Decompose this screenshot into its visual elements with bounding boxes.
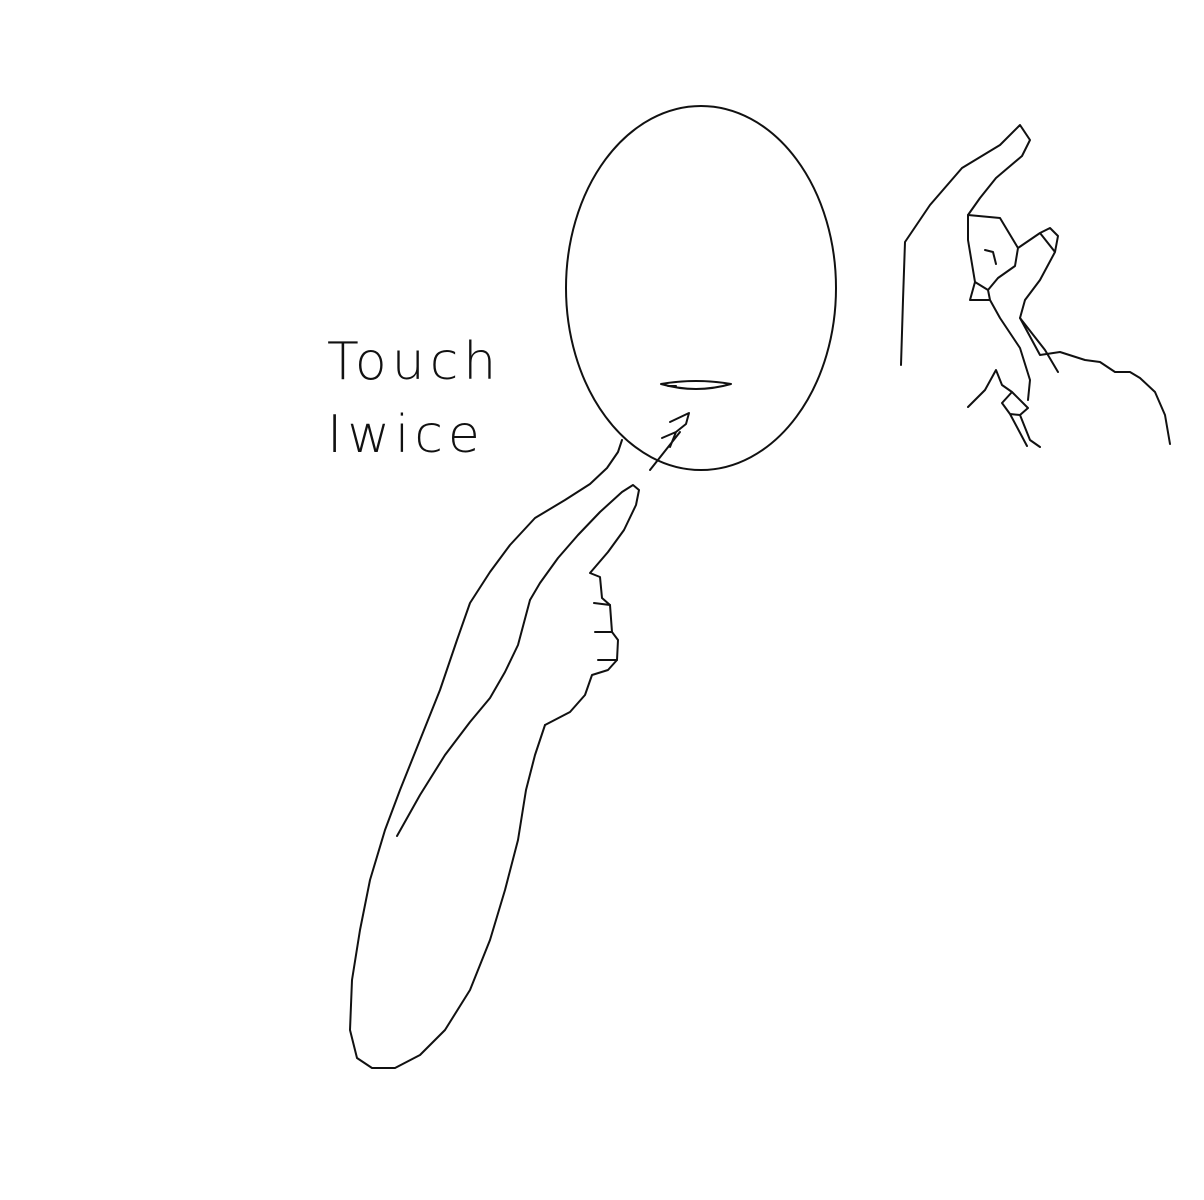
knuckle-lines [593,602,618,661]
second-hand-palm [1019,317,1171,445]
forearm-inner-line [396,599,531,837]
second-hand [900,124,1031,366]
pointing-hand [529,484,640,726]
mouth-mark [660,380,732,390]
second-hand-fingers [967,214,1059,401]
contact-mark [649,412,690,471]
head-outline [565,105,837,471]
arm-outline [349,439,623,1069]
sign-illustration [349,105,1171,1069]
